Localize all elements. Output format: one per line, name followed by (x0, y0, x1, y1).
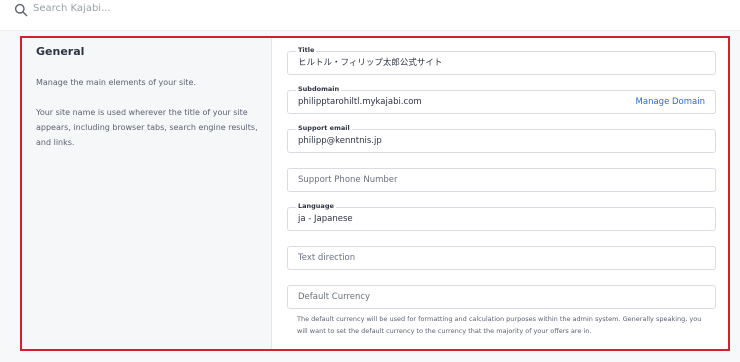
search-icon (14, 3, 28, 17)
support-phone-placeholder: Support Phone Number (298, 175, 398, 185)
title-label: Title (296, 46, 317, 55)
title-value: ヒルトル・フィリップ太郎公式サイト (298, 58, 443, 68)
top-search-bar: Search Kajabi... (0, 0, 740, 31)
language-label: Language (296, 202, 336, 211)
default-currency-placeholder: Default Currency (298, 292, 371, 302)
default-currency-helper: The default currency will be used for fo… (297, 315, 702, 335)
section-description: Manage the main elements of your site. (36, 78, 196, 87)
text-direction-field[interactable]: Text direction (287, 246, 716, 270)
search-input[interactable]: Search Kajabi... (33, 3, 111, 14)
text-direction-placeholder: Text direction (298, 253, 356, 263)
support-email-value: philipp@kenntnis.jp (298, 136, 382, 146)
subdomain-value: philipptarohiltl.mykajabi.com (298, 97, 422, 107)
support-phone-field[interactable]: Support Phone Number (287, 168, 716, 192)
subdomain-label: Subdomain (296, 85, 342, 94)
section-title: General (36, 45, 85, 58)
general-settings-card: General Manage the main elements of your… (20, 36, 730, 351)
subdomain-field[interactable]: Subdomain philipptarohiltl.mykajabi.com … (287, 85, 716, 114)
site-name-description: Your site name is used wherever the titl… (36, 108, 258, 147)
support-email-field[interactable]: Support email philipp@kenntnis.jp (287, 124, 716, 153)
language-value: ja - Japanese (298, 214, 353, 224)
language-field[interactable]: Language ja - Japanese (287, 202, 716, 231)
manage-domain-link[interactable]: Manage Domain (636, 97, 705, 108)
support-email-label: Support email (296, 124, 352, 133)
title-field[interactable]: Title ヒルトル・フィリップ太郎公式サイト (287, 46, 716, 75)
general-description-pane: General Manage the main elements of your… (22, 38, 272, 349)
default-currency-field[interactable]: Default Currency (287, 285, 716, 309)
